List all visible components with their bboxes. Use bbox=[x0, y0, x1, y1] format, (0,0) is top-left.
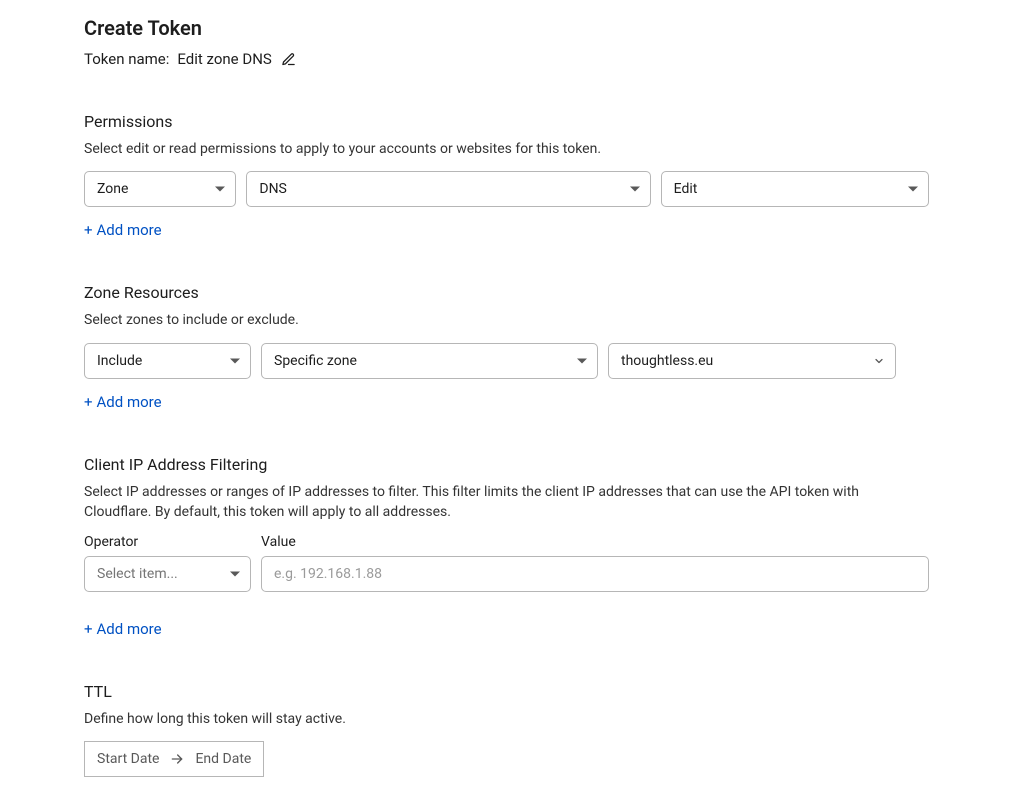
token-name-value: Edit zone DNS bbox=[177, 50, 271, 68]
add-zone-resource-button[interactable]: + Add more bbox=[84, 393, 162, 411]
permissions-desc: Select edit or read permissions to apply… bbox=[84, 139, 929, 159]
ttl-desc: Define how long this token will stay act… bbox=[84, 709, 929, 729]
add-permission-label: Add more bbox=[97, 221, 162, 239]
zone-resources-section: Zone Resources Select zones to include o… bbox=[84, 283, 929, 410]
add-ip-filter-label: Add more bbox=[97, 620, 162, 638]
permissions-section: Permissions Select edit or read permissi… bbox=[84, 112, 929, 239]
end-date-label: End Date bbox=[195, 751, 251, 767]
arrow-right-icon bbox=[169, 751, 185, 767]
permissions-level-value: Edit bbox=[674, 181, 698, 197]
token-name-label: Token name: bbox=[84, 50, 169, 68]
plus-icon: + bbox=[84, 620, 93, 638]
caret-down-icon bbox=[908, 187, 918, 192]
ip-value-input[interactable]: e.g. 192.168.1.88 bbox=[261, 556, 929, 592]
ip-value-placeholder: e.g. 192.168.1.88 bbox=[274, 566, 382, 582]
ip-filter-title: Client IP Address Filtering bbox=[84, 455, 929, 474]
ttl-title: TTL bbox=[84, 682, 929, 701]
zone-resources-title: Zone Resources bbox=[84, 283, 929, 302]
page-title: Create Token bbox=[84, 16, 929, 40]
ttl-section: TTL Define how long this token will stay… bbox=[84, 682, 929, 777]
pencil-icon bbox=[281, 52, 296, 67]
zone-mode-value: Include bbox=[97, 353, 142, 369]
plus-icon: + bbox=[84, 393, 93, 411]
caret-down-icon bbox=[215, 187, 225, 192]
zone-resources-row: Include Specific zone thoughtless.eu bbox=[84, 343, 929, 379]
permissions-level-select[interactable]: Edit bbox=[661, 171, 929, 207]
ip-filter-desc: Select IP addresses or ranges of IP addr… bbox=[84, 482, 929, 523]
permissions-row: Zone DNS Edit bbox=[84, 171, 929, 207]
start-date-label: Start Date bbox=[97, 751, 159, 767]
ip-filter-labels: Operator Value bbox=[84, 534, 929, 550]
ip-filter-row: Select item... e.g. 192.168.1.88 bbox=[84, 556, 929, 592]
add-zone-resource-label: Add more bbox=[97, 393, 162, 411]
token-name-row: Token name: Edit zone DNS bbox=[84, 50, 929, 68]
operator-label: Operator bbox=[84, 534, 251, 550]
zone-scope-value: Specific zone bbox=[274, 353, 357, 369]
permissions-scope-select[interactable]: Zone bbox=[84, 171, 236, 207]
value-label: Value bbox=[261, 534, 296, 550]
caret-down-icon bbox=[630, 187, 640, 192]
zone-value-select[interactable]: thoughtless.eu bbox=[608, 343, 896, 379]
permissions-resource-select[interactable]: DNS bbox=[246, 171, 650, 207]
zone-resources-desc: Select zones to include or exclude. bbox=[84, 310, 929, 330]
zone-scope-select[interactable]: Specific zone bbox=[261, 343, 598, 379]
ip-operator-placeholder: Select item... bbox=[97, 566, 178, 582]
ip-operator-select[interactable]: Select item... bbox=[84, 556, 251, 592]
caret-down-icon bbox=[230, 572, 240, 577]
caret-down-icon bbox=[577, 358, 587, 363]
add-ip-filter-button[interactable]: + Add more bbox=[84, 620, 162, 638]
chevron-down-icon bbox=[873, 355, 885, 367]
zone-mode-select[interactable]: Include bbox=[84, 343, 251, 379]
permissions-resource-value: DNS bbox=[259, 181, 287, 197]
permissions-title: Permissions bbox=[84, 112, 929, 131]
permissions-scope-value: Zone bbox=[97, 181, 128, 197]
ttl-date-range[interactable]: Start Date End Date bbox=[84, 741, 264, 777]
edit-token-name-button[interactable] bbox=[280, 50, 298, 68]
caret-down-icon bbox=[230, 358, 240, 363]
zone-value: thoughtless.eu bbox=[621, 353, 713, 369]
add-permission-button[interactable]: + Add more bbox=[84, 221, 162, 239]
plus-icon: + bbox=[84, 221, 93, 239]
ip-filter-section: Client IP Address Filtering Select IP ad… bbox=[84, 455, 929, 639]
